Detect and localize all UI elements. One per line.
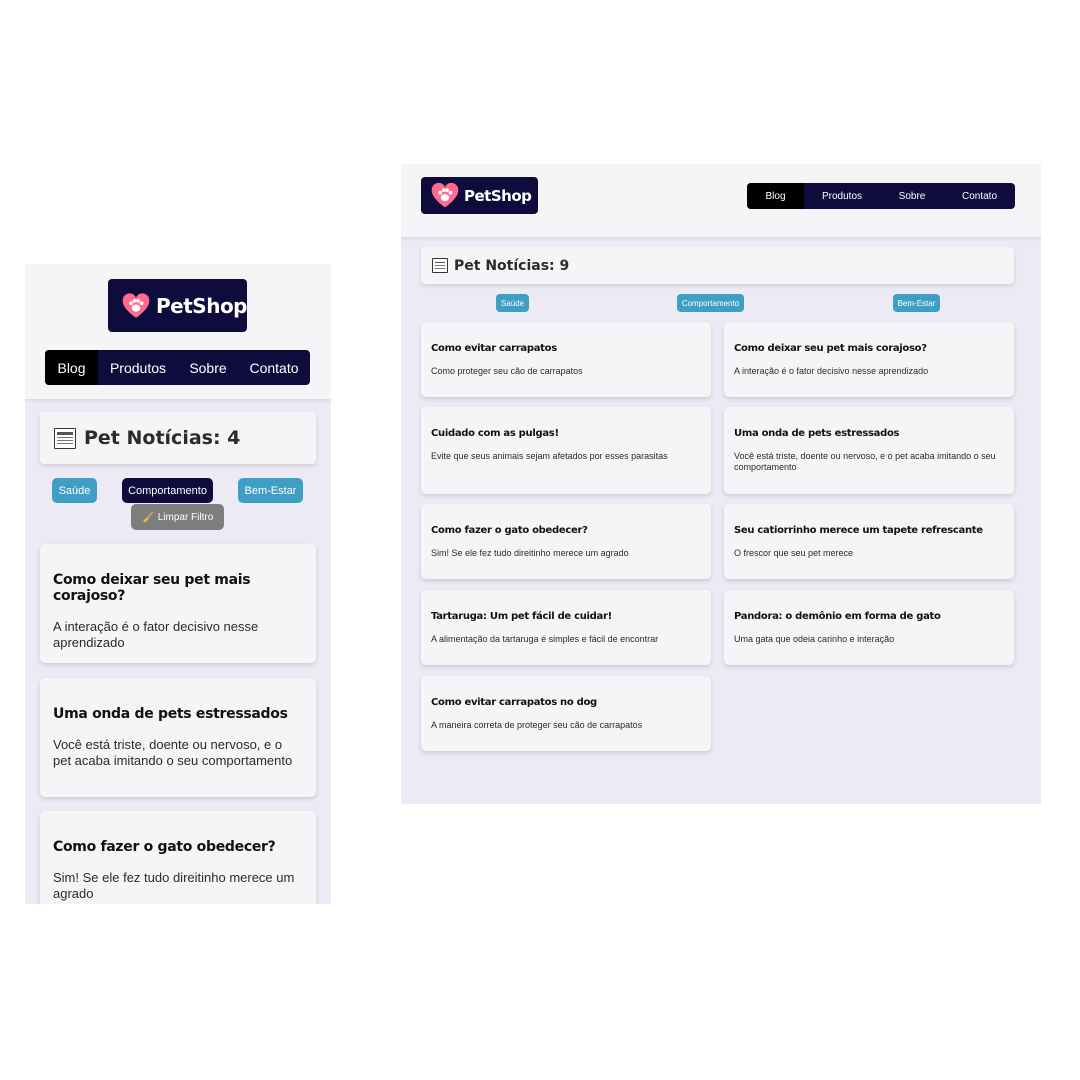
news-count-title: Pet Notícias: 4 <box>84 427 241 449</box>
post-title: Como fazer o gato obedecer? <box>431 525 588 536</box>
nav-item-contato[interactable]: Contato <box>944 183 1015 209</box>
post-card[interactable]: Como fazer o gato obedecer? Sim! Se ele f… <box>421 504 711 579</box>
main-nav: Blog Produtos Sobre Contato <box>747 183 1015 209</box>
desktop-view: PetShop Blog Produtos Sobre Contato Pet … <box>401 164 1041 804</box>
filter-health-button[interactable]: Saúde <box>52 478 97 503</box>
post-card[interactable]: Cuidado com as pulgas! Evite que seus ani… <box>421 407 711 494</box>
main-nav: Blog Produtos Sobre Contato <box>45 350 310 385</box>
nav-item-blog[interactable]: Blog <box>747 183 804 209</box>
filter-wellness-button[interactable]: Bem-Estar <box>893 294 940 312</box>
post-title: Uma onda de pets estressados <box>734 428 900 439</box>
nav-item-sobre[interactable]: Sobre <box>880 183 944 209</box>
post-description: Você está triste, doente ou nervoso, e o… <box>53 737 293 768</box>
post-card[interactable]: Como evitar carrapatos Como proteger seu … <box>421 322 711 397</box>
nav-item-contato[interactable]: Contato <box>238 350 310 385</box>
post-description: Sim! Se ele fez tudo direitinho merece u… <box>53 870 295 901</box>
brand-logo[interactable]: PetShop <box>421 177 538 214</box>
filter-health-button[interactable]: Saúde <box>496 294 529 312</box>
desktop-header: PetShop Blog Produtos Sobre Contato <box>401 164 1041 237</box>
clear-filter-button[interactable]: Limpar Filtro <box>131 504 224 530</box>
filter-wellness-button[interactable]: Bem-Estar <box>238 478 303 503</box>
post-title: Como fazer o gato obedecer? <box>53 839 276 855</box>
nav-item-blog[interactable]: Blog <box>45 350 98 385</box>
post-description: Evite que seus animais sejam afetados po… <box>431 451 668 461</box>
post-title: Tartaruga: Um pet fácil de cuidar! <box>431 611 612 622</box>
clear-filter-label: Limpar Filtro <box>157 511 214 523</box>
newspaper-icon <box>432 258 448 273</box>
heart-paw-icon <box>431 182 459 208</box>
post-card[interactable]: Uma onda de pets estressados Você está tr… <box>724 407 1014 494</box>
brand-name: PetShop <box>156 293 247 318</box>
post-title: Uma onda de pets estressados <box>53 706 288 722</box>
nav-item-sobre[interactable]: Sobre <box>178 350 238 385</box>
broom-icon <box>142 511 154 523</box>
nav-item-produtos[interactable]: Produtos <box>804 183 880 209</box>
brand-name: PetShop <box>464 186 532 205</box>
news-heading: Pet Notícias: 4 <box>40 412 316 464</box>
post-description: Sim! Se ele fez tudo direitinho merece u… <box>431 548 629 558</box>
post-title: Cuidado com as pulgas! <box>431 428 559 439</box>
filter-behavior-button[interactable]: Comportamento <box>677 294 744 312</box>
post-title: Como deixar seu pet mais corajoso? <box>53 572 251 604</box>
newspaper-icon <box>54 427 76 449</box>
post-description: A alimentação da tartaruga é simples e f… <box>431 634 659 644</box>
nav-item-produtos[interactable]: Produtos <box>98 350 178 385</box>
brand-logo[interactable]: PetShop <box>108 279 247 332</box>
post-card[interactable]: Seu catiorrinho merece um tapete refresc… <box>724 504 1014 579</box>
post-card[interactable]: Como evitar carrapatos no dog A maneira c… <box>421 676 711 751</box>
post-title: Como evitar carrapatos <box>431 343 557 354</box>
post-card[interactable]: Como fazer o gato obedecer? Sim! Se ele … <box>40 811 316 904</box>
news-count-title: Pet Notícias: 9 <box>454 257 570 274</box>
post-title: Pandora: o demônio em forma de gato <box>734 611 941 622</box>
post-description: Como proteger seu cão de carrapatos <box>431 366 583 376</box>
post-title: Seu catiorrinho merece um tapete refresc… <box>734 525 983 536</box>
heart-paw-icon <box>122 292 150 318</box>
post-description: A maneira correta de proteger seu cão de… <box>431 720 643 730</box>
post-description: A interação é o fator decisivo nesse apr… <box>734 366 929 376</box>
mobile-view: PetShop Blog Produtos Sobre Contato Pet … <box>25 264 331 904</box>
post-card[interactable]: Pandora: o demônio em forma de gato Uma g… <box>724 590 1014 665</box>
post-card[interactable]: Como deixar seu pet mais corajoso? A int… <box>40 544 316 663</box>
filter-behavior-button[interactable]: Comportamento <box>122 478 213 503</box>
post-card[interactable]: Tartaruga: Um pet fácil de cuidar! A alim… <box>421 590 711 665</box>
post-description: A interação é o fator decisivo nesse apr… <box>53 619 259 650</box>
post-card[interactable]: Como deixar seu pet mais corajoso? A inte… <box>724 322 1014 397</box>
post-description: O frescor que seu pet merece <box>734 548 854 558</box>
mobile-header: PetShop Blog Produtos Sobre Contato <box>25 264 331 399</box>
post-title: Como evitar carrapatos no dog <box>431 697 597 708</box>
post-card[interactable]: Uma onda de pets estressados Você está t… <box>40 678 316 797</box>
post-description: Uma gata que odeia carinho e interação <box>734 634 895 644</box>
post-title: Como deixar seu pet mais corajoso? <box>734 343 927 354</box>
news-heading: Pet Notícias: 9 <box>421 247 1014 284</box>
post-description: Você está triste, doente ou nervoso, e o… <box>734 451 996 472</box>
